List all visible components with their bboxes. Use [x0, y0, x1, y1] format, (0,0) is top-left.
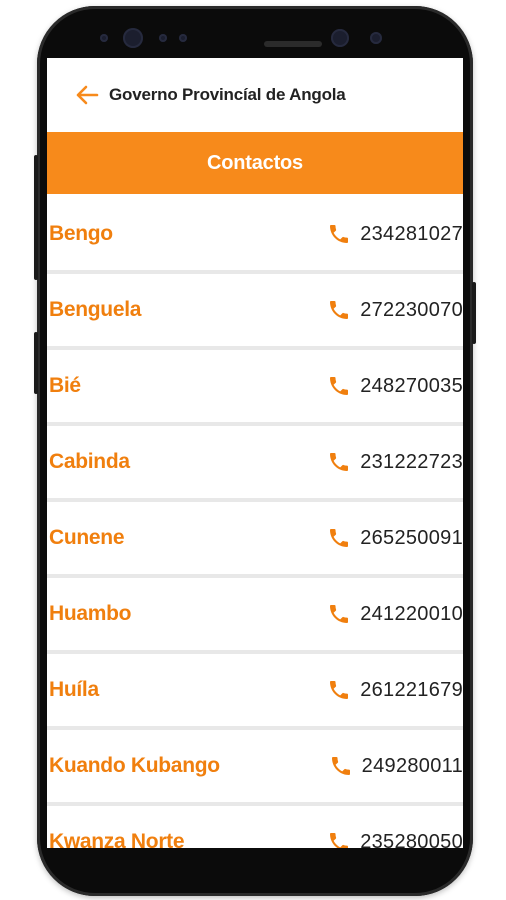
phone-link[interactable]: 241220010	[326, 601, 463, 627]
phone-number: 248270035	[360, 374, 463, 397]
province-name: Cabinda	[49, 450, 130, 473]
app-title: Governo Provincíal de Angola	[109, 85, 346, 104]
phone-link[interactable]: 249280011	[328, 753, 463, 779]
phone-link[interactable]: 235280050	[326, 829, 463, 848]
front-camera	[123, 28, 143, 48]
sensor-dot	[100, 34, 108, 42]
contact-row[interactable]: Bengo 234281027	[47, 198, 463, 274]
phone-icon	[326, 221, 352, 247]
arrow-left-icon	[76, 85, 99, 105]
section-header: Contactos	[47, 132, 463, 194]
phone-link[interactable]: 231222723	[326, 449, 463, 475]
province-name: Bengo	[49, 222, 113, 245]
phone-number: 261221679	[360, 678, 463, 701]
contact-row[interactable]: Cunene 265250091	[47, 502, 463, 578]
phone-icon	[326, 297, 352, 323]
phone-link[interactable]: 248270035	[326, 373, 463, 399]
phone-icon	[326, 449, 352, 475]
phone-icon	[326, 829, 352, 848]
phone-number: 249280011	[361, 754, 463, 777]
phone-icon	[328, 753, 354, 779]
volume-button	[34, 155, 38, 280]
back-button[interactable]	[67, 75, 107, 115]
sensor-dot	[179, 34, 187, 42]
phone-icon	[326, 525, 352, 551]
phone-number: 234281027	[360, 222, 463, 245]
province-name: Bié	[49, 374, 81, 397]
province-name: Kuando Kubango	[49, 754, 220, 777]
contact-row[interactable]: Huambo 241220010	[47, 578, 463, 654]
phone-link[interactable]: 265250091	[326, 525, 463, 551]
app-screen: Governo Provincíal de Angola Contactos B…	[47, 58, 463, 848]
phone-link[interactable]: 234281027	[326, 221, 463, 247]
phone-icon	[326, 373, 352, 399]
iris-sensor	[370, 32, 382, 44]
iris-camera	[331, 29, 349, 47]
phone-number: 265250091	[360, 526, 463, 549]
phone-number: 272230070	[360, 298, 463, 321]
province-name: Huambo	[49, 602, 132, 625]
province-name: Benguela	[49, 298, 142, 321]
phone-number: 235280050	[360, 830, 463, 849]
app-bar: Governo Provincíal de Angola	[47, 58, 463, 132]
phone-icon	[326, 677, 352, 703]
province-name: Cunene	[49, 526, 125, 549]
section-title: Contactos	[207, 151, 303, 174]
sensor-dot	[159, 34, 167, 42]
phone-icon	[326, 601, 352, 627]
province-name: Kwanza Norte	[49, 830, 185, 848]
phone-number: 241220010	[360, 602, 463, 625]
phone-number: 231222723	[360, 450, 463, 473]
bixby-button	[34, 332, 38, 394]
province-name: Huíla	[49, 678, 99, 701]
contact-row[interactable]: Kwanza Norte 235280050	[47, 806, 463, 848]
phone-link[interactable]: 272230070	[326, 297, 463, 323]
contacts-list: Bengo 234281027 Benguela 272230070 Bié 2…	[47, 198, 463, 848]
contact-row[interactable]: Kuando Kubango 249280011	[47, 730, 463, 806]
power-button	[472, 282, 476, 344]
contact-row[interactable]: Cabinda 231222723	[47, 426, 463, 502]
speaker-grille	[264, 41, 322, 47]
phone-link[interactable]: 261221679	[326, 677, 463, 703]
contact-row[interactable]: Bié 248270035	[47, 350, 463, 426]
contact-row[interactable]: Huíla 261221679	[47, 654, 463, 730]
contact-row[interactable]: Benguela 272230070	[47, 274, 463, 350]
